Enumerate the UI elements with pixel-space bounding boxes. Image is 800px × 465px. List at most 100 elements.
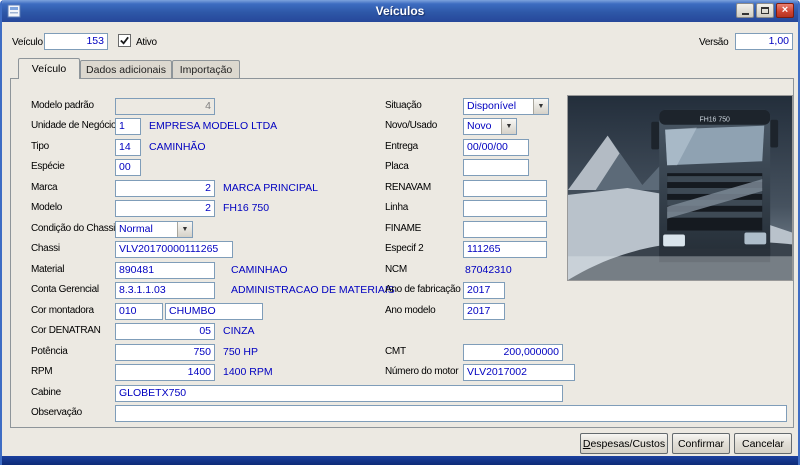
condicao-chassi-dropdown[interactable]: Normal ▼ bbox=[115, 221, 193, 238]
especif2-field[interactable]: 111265 bbox=[463, 241, 547, 258]
chevron-down-icon[interactable]: ▼ bbox=[177, 222, 192, 237]
marca-desc: MARCA PRINCIPAL bbox=[223, 182, 318, 194]
close-button[interactable]: × bbox=[776, 3, 794, 18]
numero-motor-field[interactable]: VLV2017002 bbox=[463, 364, 575, 381]
tab-veiculo[interactable]: Veículo bbox=[18, 58, 80, 79]
conta-gerencial-label: Conta Gerencial bbox=[31, 284, 99, 295]
cor-denatran-desc: CINZA bbox=[223, 325, 255, 337]
novo-usado-value: Novo bbox=[467, 120, 492, 132]
ano-modelo-field[interactable]: 2017 bbox=[463, 303, 505, 320]
confirmar-button[interactable]: Confirmar bbox=[672, 433, 730, 454]
window-bottom-frame bbox=[2, 456, 798, 465]
tipo-code-field[interactable]: 14 bbox=[115, 139, 141, 156]
truck-illustration: FH16 750 bbox=[651, 109, 779, 263]
especie-code-field[interactable]: 00 bbox=[115, 159, 141, 176]
title-bar[interactable]: Veículos × bbox=[2, 0, 798, 22]
tipo-desc: CAMINHÃO bbox=[149, 141, 206, 153]
ativo-label: Ativo bbox=[136, 37, 157, 48]
cabine-label: Cabine bbox=[31, 387, 61, 398]
condicao-chassi-value: Normal bbox=[119, 223, 153, 235]
vehicle-number-label: Veículo bbox=[12, 37, 43, 48]
modelo-label: Modelo bbox=[31, 202, 62, 213]
check-icon bbox=[120, 36, 129, 45]
ncm-label: NCM bbox=[385, 264, 407, 275]
unidade-negocio-desc: EMPRESA MODELO LTDA bbox=[149, 120, 278, 132]
material-code-field[interactable]: 890481 bbox=[115, 262, 215, 279]
cor-montadora-code-field[interactable]: 010 bbox=[115, 303, 163, 320]
unidade-negocio-code-field[interactable]: 1 bbox=[115, 118, 141, 135]
material-desc: CAMINHAO bbox=[231, 264, 288, 276]
chevron-down-icon[interactable]: ▼ bbox=[501, 119, 516, 134]
window-title: Veículos bbox=[375, 4, 425, 18]
tab-importacao[interactable]: Importação bbox=[172, 60, 240, 78]
chassi-label: Chassi bbox=[31, 243, 60, 254]
minimize-icon bbox=[741, 13, 749, 15]
vehicle-tab-panel: Modelo padrão Unidade de Negócio Tipo Es… bbox=[10, 78, 794, 428]
novo-usado-label: Novo/Usado bbox=[385, 120, 438, 131]
cor-montadora-desc-field[interactable]: CHUMBO bbox=[165, 303, 263, 320]
modelo-padrao-label: Modelo padrão bbox=[31, 100, 94, 111]
cmt-field[interactable]: 200,000000 bbox=[463, 344, 563, 361]
numero-motor-label: Número do motor bbox=[385, 366, 459, 377]
observacao-field[interactable] bbox=[115, 405, 787, 422]
marca-code-field[interactable]: 2 bbox=[115, 180, 215, 197]
linha-label: Linha bbox=[385, 202, 408, 213]
rpm-field[interactable]: 1400 bbox=[115, 364, 215, 381]
situacao-label: Situação bbox=[385, 100, 422, 111]
maximize-icon bbox=[761, 7, 769, 14]
cor-denatran-code-field[interactable]: 05 bbox=[115, 323, 215, 340]
tab-dados-adicionais[interactable]: Dados adicionais bbox=[80, 60, 172, 78]
modelo-desc: FH16 750 bbox=[223, 202, 270, 214]
marca-label: Marca bbox=[31, 182, 58, 193]
chevron-down-icon[interactable]: ▼ bbox=[533, 99, 548, 114]
rpm-label: RPM bbox=[31, 366, 53, 377]
cor-montadora-label: Cor montadora bbox=[31, 305, 94, 316]
cancelar-button[interactable]: Cancelar bbox=[734, 433, 792, 454]
tipo-label: Tipo bbox=[31, 141, 49, 152]
modelo-padrao-field: 4 bbox=[115, 98, 215, 115]
situacao-dropdown[interactable]: Disponível ▼ bbox=[463, 98, 549, 115]
finame-label: FINAME bbox=[385, 223, 421, 234]
conta-gerencial-desc: ADMINISTRACAO DE MATERIAIS bbox=[231, 284, 395, 296]
novo-usado-dropdown[interactable]: Novo ▼ bbox=[463, 118, 517, 135]
potencia-label: Potência bbox=[31, 346, 68, 357]
maximize-button[interactable] bbox=[756, 3, 774, 18]
entrega-label: Entrega bbox=[385, 141, 418, 152]
version-field[interactable]: 1,00 bbox=[735, 33, 793, 50]
entrega-field[interactable]: 00/00/00 bbox=[463, 139, 529, 156]
placa-field[interactable] bbox=[463, 159, 529, 176]
ano-fabricacao-field[interactable]: 2017 bbox=[463, 282, 505, 299]
situacao-value: Disponível bbox=[467, 100, 517, 112]
app-icon[interactable] bbox=[7, 4, 21, 18]
ncm-value: 87042310 bbox=[465, 264, 512, 276]
vehicles-window: Veículos × Veículo 153 Ativo Versão 1,00… bbox=[0, 0, 800, 465]
potencia-field[interactable]: 750 bbox=[115, 344, 215, 361]
chassi-field[interactable]: VLV20170000111265 bbox=[115, 241, 233, 258]
truck-badge-text: FH16 750 bbox=[699, 117, 730, 124]
version-label: Versão bbox=[699, 37, 729, 48]
conta-gerencial-code-field[interactable]: 8.3.1.1.03 bbox=[115, 282, 215, 299]
cor-denatran-label: Cor DENATRAN bbox=[31, 325, 101, 336]
cmt-label: CMT bbox=[385, 346, 406, 357]
ativo-checkbox[interactable] bbox=[118, 34, 131, 47]
material-label: Material bbox=[31, 264, 65, 275]
renavam-label: RENAVAM bbox=[385, 182, 431, 193]
cabine-field[interactable]: GLOBETX750 bbox=[115, 385, 563, 402]
especif2-label: Especif 2 bbox=[385, 243, 424, 254]
minimize-button[interactable] bbox=[736, 3, 754, 18]
modelo-code-field[interactable]: 2 bbox=[115, 200, 215, 217]
vehicle-photo: FH16 750 bbox=[567, 95, 793, 281]
observacao-label: Observação bbox=[31, 407, 82, 418]
condicao-chassi-label: Condição do Chassi bbox=[31, 223, 116, 234]
especie-label: Espécie bbox=[31, 161, 65, 172]
rpm-desc: 1400 RPM bbox=[223, 366, 273, 378]
ano-fabricacao-label: Ano de fabricação bbox=[385, 284, 461, 295]
renavam-field[interactable] bbox=[463, 180, 547, 197]
potencia-desc: 750 HP bbox=[223, 346, 259, 358]
despesas-custos-button[interactable]: Despesas/Custos bbox=[580, 433, 668, 454]
vehicle-number-field[interactable]: 153 bbox=[44, 33, 108, 50]
finame-field[interactable] bbox=[463, 221, 547, 238]
unidade-negocio-label: Unidade de Negócio bbox=[31, 120, 117, 131]
linha-field[interactable] bbox=[463, 200, 547, 217]
ano-modelo-label: Ano modelo bbox=[385, 305, 436, 316]
